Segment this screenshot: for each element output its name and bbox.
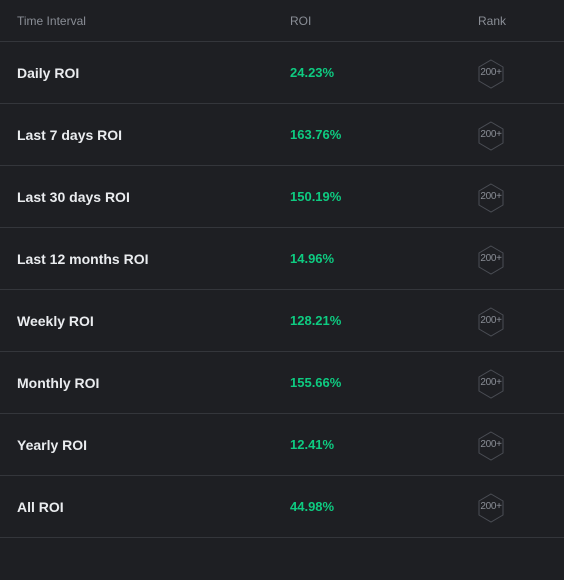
rank-badge: 200+ — [478, 369, 504, 399]
header-time-interval: Time Interval — [17, 14, 86, 28]
roi-value: 155.66% — [290, 375, 342, 390]
rank-badge: 200+ — [478, 307, 504, 337]
table-row: Yearly ROI 12.41% 200+ — [0, 414, 564, 476]
roi-value: 14.96% — [290, 251, 335, 266]
rank-value: 200+ — [480, 439, 502, 450]
roi-value: 44.98% — [290, 499, 335, 514]
rank-badge: 200+ — [478, 431, 504, 461]
roi-value: 128.21% — [290, 313, 342, 328]
row-label: Last 30 days ROI — [17, 189, 130, 205]
row-label: Weekly ROI — [17, 313, 94, 329]
roi-value: 163.76% — [290, 127, 342, 142]
rank-value: 200+ — [480, 67, 502, 78]
roi-table: Time Interval ROI Rank Daily ROI 24.23% … — [0, 0, 564, 580]
row-label: Last 7 days ROI — [17, 127, 123, 143]
rank-badge: 200+ — [478, 121, 504, 151]
table-row: Last 30 days ROI 150.19% 200+ — [0, 166, 564, 228]
table-row: All ROI 44.98% 200+ — [0, 476, 564, 538]
rank-badge: 200+ — [478, 59, 504, 89]
row-label: Daily ROI — [17, 65, 80, 81]
rank-value: 200+ — [480, 129, 502, 140]
rank-value: 200+ — [480, 191, 502, 202]
roi-value: 12.41% — [290, 437, 335, 452]
table-row: Weekly ROI 128.21% 200+ — [0, 290, 564, 352]
roi-value: 24.23% — [290, 65, 335, 80]
rank-value: 200+ — [480, 377, 502, 388]
table-header: Time Interval ROI Rank — [0, 0, 564, 42]
rank-value: 200+ — [480, 315, 502, 326]
rank-value: 200+ — [480, 501, 502, 512]
header-roi: ROI — [290, 14, 312, 28]
row-label: All ROI — [17, 499, 64, 515]
table-row: Last 7 days ROI 163.76% 200+ — [0, 104, 564, 166]
header-rank: Rank — [478, 14, 507, 28]
row-label: Last 12 months ROI — [17, 251, 149, 267]
table-row: Last 12 months ROI 14.96% 200+ — [0, 228, 564, 290]
roi-value: 150.19% — [290, 189, 342, 204]
rank-badge: 200+ — [478, 245, 504, 275]
rank-value: 200+ — [480, 253, 502, 264]
rank-badge: 200+ — [478, 183, 504, 213]
table-row: Daily ROI 24.23% 200+ — [0, 42, 564, 104]
row-label: Yearly ROI — [17, 437, 88, 453]
table-row: Monthly ROI 155.66% 200+ — [0, 352, 564, 414]
row-label: Monthly ROI — [17, 375, 100, 391]
rank-badge: 200+ — [478, 493, 504, 523]
